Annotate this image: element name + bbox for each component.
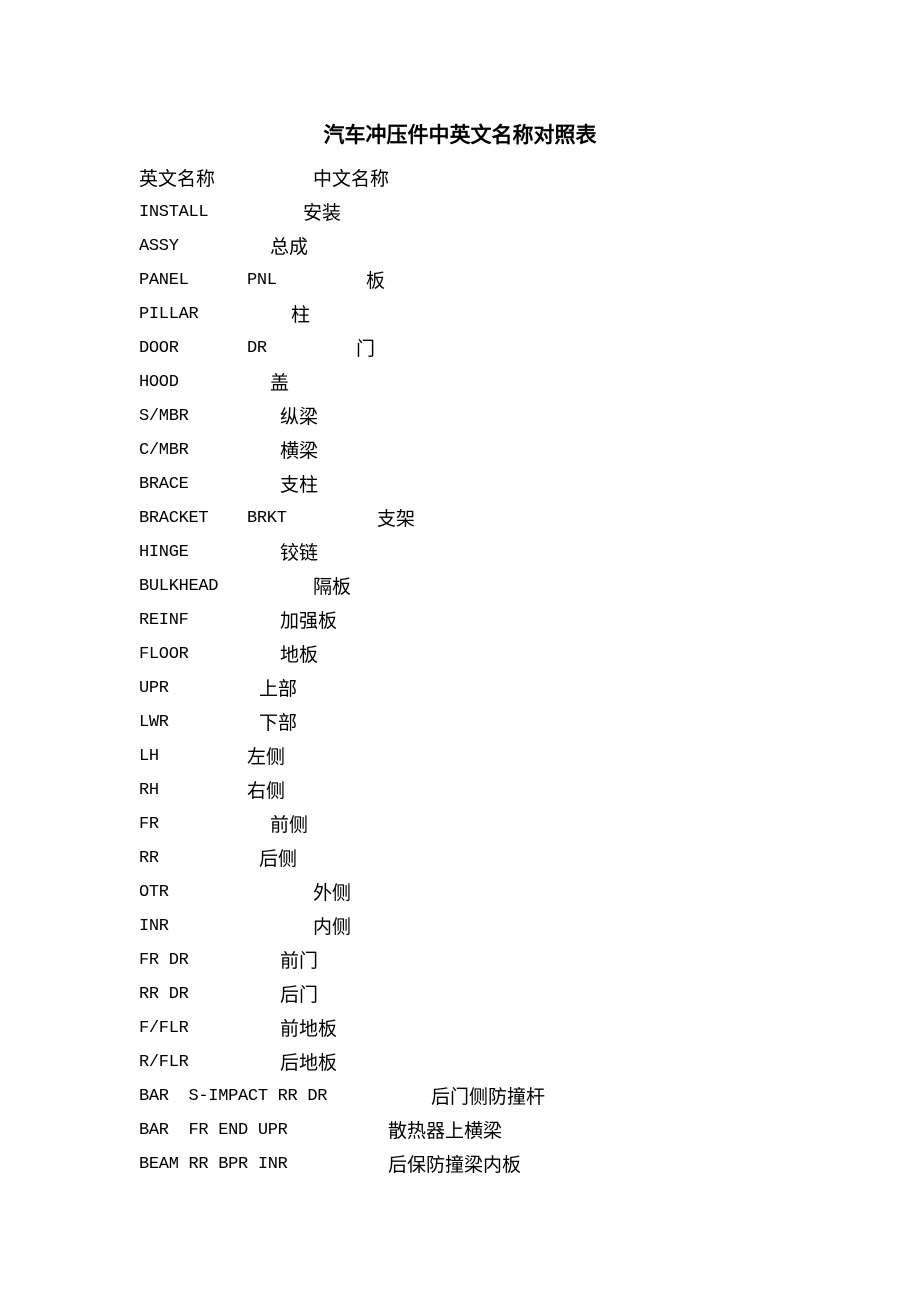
chinese-term: 支柱 — [280, 474, 319, 496]
chinese-term: 右侧 — [247, 780, 286, 802]
chinese-term: 横梁 — [280, 440, 319, 462]
chinese-term: 后保防撞梁内板 — [388, 1154, 522, 1176]
english-term: RH — [139, 781, 159, 800]
english-term: PANEL — [139, 271, 189, 290]
english-term: S/MBR — [139, 407, 189, 426]
chinese-term: 铰链 — [280, 542, 319, 564]
english-term: LWR — [139, 713, 169, 732]
chinese-term: 内侧 — [313, 916, 352, 938]
english-term: FR — [139, 815, 159, 834]
chinese-term: 前地板 — [280, 1018, 338, 1040]
english-abbreviation: BRKT — [247, 509, 287, 528]
chinese-term: 安装 — [303, 202, 342, 224]
chinese-term: 后门 — [280, 984, 319, 1006]
chinese-term: 散热器上横梁 — [388, 1120, 503, 1142]
chinese-term: 后门侧防撞杆 — [431, 1086, 546, 1108]
chinese-term: 前门 — [280, 950, 319, 972]
chinese-term: 后地板 — [280, 1052, 338, 1074]
english-term: RR — [139, 849, 159, 868]
chinese-term: 总成 — [270, 236, 309, 258]
chinese-term: 下部 — [259, 712, 298, 734]
document-title: 汽车冲压件中英文名称对照表 — [323, 123, 597, 147]
english-abbreviation: PNL — [247, 271, 277, 290]
english-term: HINGE — [139, 543, 189, 562]
chinese-term: 纵梁 — [280, 406, 319, 428]
chinese-term: 隔板 — [313, 576, 352, 598]
chinese-term: 门 — [356, 338, 376, 360]
chinese-term: 外侧 — [313, 882, 352, 904]
chinese-term: 加强板 — [280, 610, 338, 632]
english-term: UPR — [139, 679, 169, 698]
chinese-term: 左侧 — [247, 746, 286, 768]
chinese-term: 柱 — [291, 304, 311, 326]
english-term: REINF — [139, 611, 189, 630]
chinese-term: 盖 — [270, 372, 290, 394]
english-term: BRACKET — [139, 509, 209, 528]
header-english-name: 英文名称 — [139, 168, 216, 190]
english-term: RR DR — [139, 985, 189, 1004]
chinese-term: 前侧 — [270, 814, 309, 836]
english-term: BAR S-IMPACT RR DR — [139, 1087, 328, 1106]
english-term: DOOR — [139, 339, 179, 358]
english-abbreviation: DR — [247, 339, 267, 358]
english-term: INR — [139, 917, 169, 936]
english-term: R/FLR — [139, 1053, 189, 1072]
english-term: C/MBR — [139, 441, 189, 460]
english-term: HOOD — [139, 373, 179, 392]
chinese-term: 板 — [366, 270, 386, 292]
chinese-term: 支架 — [377, 508, 416, 530]
english-term: OTR — [139, 883, 169, 902]
english-term: BULKHEAD — [139, 577, 219, 596]
chinese-term: 上部 — [259, 678, 298, 700]
chinese-term: 后侧 — [259, 848, 298, 870]
english-term: PILLAR — [139, 305, 199, 324]
english-term: FLOOR — [139, 645, 189, 664]
english-term: FR DR — [139, 951, 189, 970]
chinese-term: 地板 — [280, 644, 319, 666]
english-term: INSTALL — [139, 203, 209, 222]
english-term: BEAM RR BPR INR — [139, 1155, 288, 1174]
english-term: BAR FR END UPR — [139, 1121, 288, 1140]
english-term: LH — [139, 747, 159, 766]
header-chinese-name: 中文名称 — [313, 168, 390, 190]
english-term: F/FLR — [139, 1019, 189, 1038]
english-term: BRACE — [139, 475, 189, 494]
english-term: ASSY — [139, 237, 179, 256]
